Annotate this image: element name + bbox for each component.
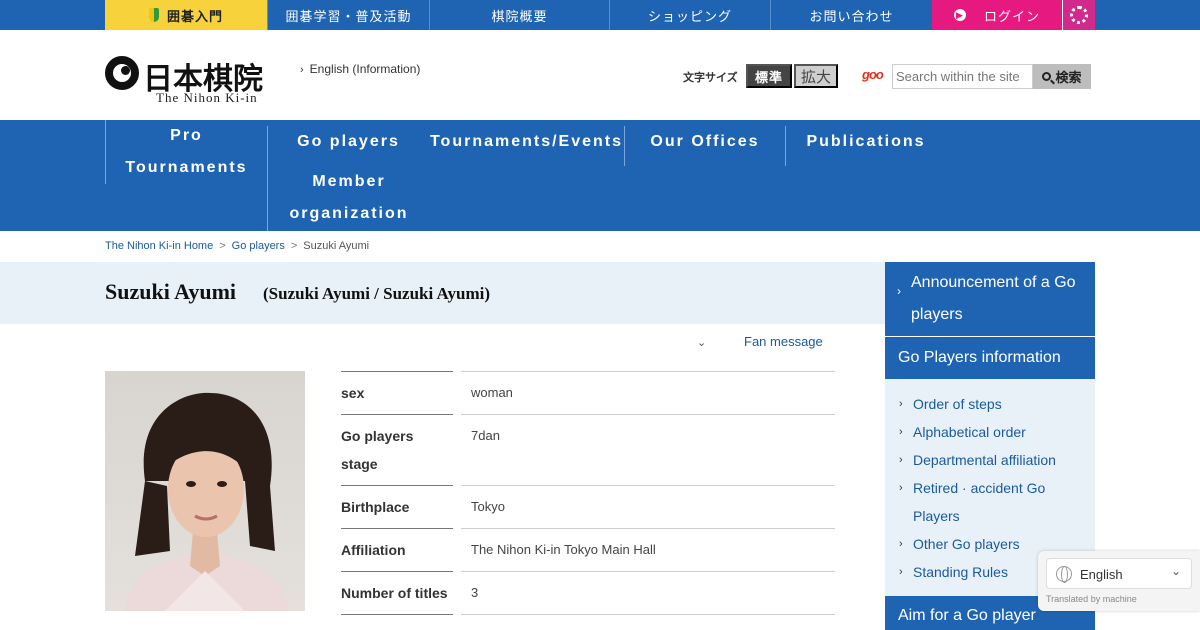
page-title: Suzuki Ayumi — [105, 279, 237, 304]
font-size-standard-button[interactable]: 標準 — [746, 64, 792, 88]
go-stone-logo-icon — [105, 56, 139, 90]
settings-button[interactable] — [1062, 0, 1095, 30]
chevron-down-icon: ⌄ — [1171, 564, 1182, 578]
sidebar-item-order-of-steps[interactable]: › Order of steps — [899, 390, 1079, 418]
profile-key: Go players stage — [341, 414, 453, 478]
nav-member-organization[interactable]: Member organization — [267, 166, 430, 231]
chevron-right-icon: › — [899, 454, 903, 466]
main-navigation: Pro Tournaments Go players Member organi… — [0, 120, 1200, 231]
sidebar-item-retired[interactable]: › Retired · accident Go Players — [899, 474, 1049, 530]
profile-row-sex: sex woman — [341, 371, 835, 414]
sidebar-item-alphabetical[interactable]: › Alphabetical order — [899, 418, 1079, 446]
chevron-right-icon: › — [300, 64, 304, 76]
chevron-right-icon: › — [899, 398, 903, 410]
chevron-right-icon: › — [899, 426, 903, 438]
profile-row-titles: Number of titles 3 — [341, 571, 835, 614]
nav-pro-tournaments[interactable]: Pro Tournaments — [105, 120, 267, 184]
chevron-right-icon: › — [899, 482, 903, 494]
login-button[interactable]: ▶ ログイン — [932, 0, 1062, 30]
nav-go-players[interactable]: Go players — [267, 126, 429, 166]
sidebar-heading: Go Players information — [885, 337, 1095, 379]
topbar-study-link[interactable]: 囲碁学習・普及活動 — [267, 0, 429, 30]
chevron-down-icon[interactable]: ⌄ — [697, 336, 706, 349]
breadcrumb-section-link[interactable]: Go players — [232, 240, 285, 252]
topbar-beginner-label: 囲碁入門 — [166, 8, 223, 24]
font-size-large-button[interactable]: 拡大 — [794, 64, 838, 88]
profile-row-affiliation: Affiliation The Nihon Ki-in Tokyo Main H… — [341, 528, 835, 571]
chevron-right-icon: › — [897, 284, 901, 298]
english-information-link[interactable]: › English (Information) — [300, 62, 420, 76]
profile-divider — [461, 614, 835, 615]
language-selected: English — [1080, 567, 1123, 582]
goo-search-logo: goo — [862, 67, 884, 82]
page-subtitle: (Suzuki Ayumi / Suzuki Ayumi) — [263, 284, 491, 303]
site-search-input[interactable] — [892, 64, 1033, 89]
search-icon — [1042, 72, 1052, 81]
profile-row-stage: Go players stage 7dan — [341, 414, 835, 485]
sidebar-item-departmental[interactable]: › Departmental affiliation — [899, 446, 1079, 474]
topbar-overview-link[interactable]: 棋院概要 — [429, 0, 609, 30]
login-label: ログイン — [983, 8, 1040, 24]
topbar-shopping-link[interactable]: ショッピング — [609, 0, 770, 30]
breadcrumb-current: Suzuki Ayumi — [303, 240, 370, 252]
profile-value: 3 — [461, 571, 835, 607]
translate-note: Translated by machine — [1046, 594, 1137, 604]
chevron-right-icon: › — [899, 566, 903, 578]
page: 囲碁入門 囲碁学習・普及活動 棋院概要 ショッピング お問い合わせ ▶ ログイン… — [0, 0, 1200, 630]
topbar-contact-link[interactable]: お問い合わせ — [770, 0, 932, 30]
player-portrait-image — [125, 392, 290, 611]
profile-key: sex — [341, 371, 453, 407]
profile-value: woman — [461, 371, 835, 407]
logo-english: The Nihon Ki-in — [156, 90, 258, 105]
nav-publications[interactable]: Publications — [785, 126, 946, 166]
profile-divider — [341, 614, 453, 615]
language-select[interactable]: English ⌄ — [1046, 558, 1192, 589]
profile-value: Tokyo — [461, 485, 835, 521]
profile-value: 7dan — [461, 414, 835, 450]
font-size-label: 文字サイズ — [683, 72, 738, 84]
profile-value: The Nihon Ki-in Tokyo Main Hall — [461, 528, 835, 564]
site-logo[interactable]: 日本棋院 The Nihon Ki-in — [105, 54, 275, 106]
topbar-beginner-link[interactable]: 囲碁入門 — [105, 0, 267, 30]
breadcrumb-home-link[interactable]: The Nihon Ki-in Home — [105, 240, 213, 252]
profile-key: Number of titles — [341, 571, 453, 607]
gear-icon — [1070, 6, 1088, 24]
profile-key: Affiliation — [341, 528, 453, 564]
beginner-leaf-icon — [148, 8, 159, 22]
profile-key: Birthplace — [341, 485, 453, 521]
sidebar-announcement-link[interactable]: › Announcement of a Go players — [885, 262, 1095, 336]
profile-row-birthplace: Birthplace Tokyo — [341, 485, 835, 528]
globe-icon — [1056, 566, 1072, 583]
breadcrumb: The Nihon Ki-in Home > Go players > Suzuki A… — [105, 240, 370, 252]
chevron-right-icon: › — [899, 538, 903, 550]
search-button[interactable]: 検索 — [1033, 64, 1091, 89]
top-utility-bar: 囲碁入門 囲碁学習・普及活動 棋院概要 ショッピング お問い合わせ ▶ ログイン — [0, 0, 1200, 30]
fan-message-link[interactable]: Fan message — [744, 334, 823, 349]
player-photo — [105, 371, 305, 611]
nav-our-offices[interactable]: Our Offices — [624, 126, 785, 166]
nav-tournaments-events[interactable]: Tournaments/Events — [429, 126, 624, 166]
arrow-right-icon: ▶ — [953, 9, 966, 21]
translate-widget: English ⌄ Translated by machine — [1038, 551, 1200, 611]
